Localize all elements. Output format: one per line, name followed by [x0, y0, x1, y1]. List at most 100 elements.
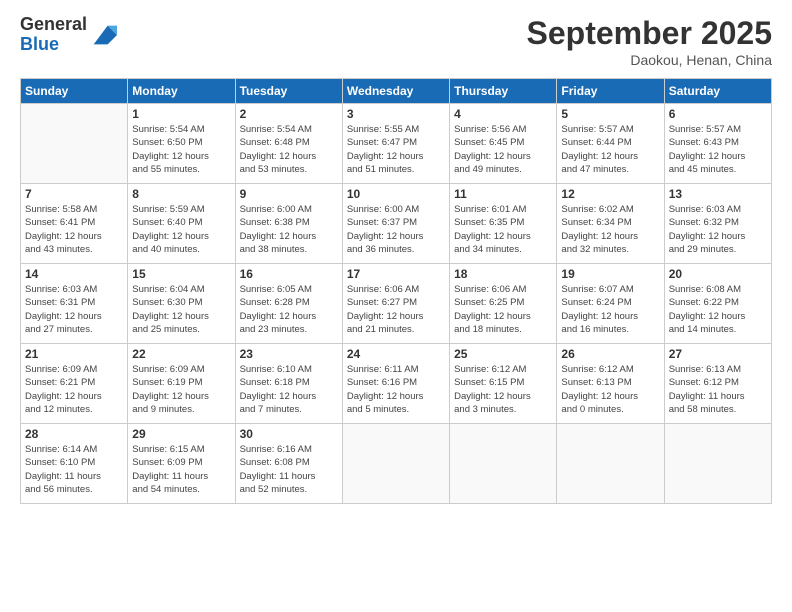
- day-info: Sunrise: 6:16 AM Sunset: 6:08 PM Dayligh…: [240, 443, 338, 496]
- day-number: 28: [25, 427, 123, 441]
- calendar-cell: 21Sunrise: 6:09 AM Sunset: 6:21 PM Dayli…: [21, 344, 128, 424]
- day-number: 20: [669, 267, 767, 281]
- day-number: 10: [347, 187, 445, 201]
- week-row-4: 21Sunrise: 6:09 AM Sunset: 6:21 PM Dayli…: [21, 344, 772, 424]
- day-info: Sunrise: 6:04 AM Sunset: 6:30 PM Dayligh…: [132, 283, 230, 336]
- day-number: 14: [25, 267, 123, 281]
- logo-text: General Blue: [20, 15, 87, 55]
- day-info: Sunrise: 6:05 AM Sunset: 6:28 PM Dayligh…: [240, 283, 338, 336]
- calendar-cell: 5 Sunrise: 5:57 AM Sunset: 6:44 PM Daylig…: [557, 104, 664, 184]
- header-thursday: Thursday: [450, 79, 557, 104]
- day-info: Sunrise: 6:12 AM Sunset: 6:15 PM Dayligh…: [454, 363, 552, 416]
- month-title: September 2025: [527, 15, 772, 52]
- calendar-cell: 27 Sunrise: 6:13 AM Sunset: 6:12 PM Dayli…: [664, 344, 771, 424]
- day-info: Sunrise: 6:06 AM Sunset: 6:27 PM Dayligh…: [347, 283, 445, 336]
- calendar-cell: [664, 424, 771, 504]
- day-number: 5: [561, 107, 659, 121]
- logo-blue: Blue: [20, 35, 87, 55]
- calendar-cell: 17Sunrise: 6:06 AM Sunset: 6:27 PM Dayli…: [342, 264, 449, 344]
- day-info: Sunrise: 5:57 AM Sunset: 6:44 PM Dayligh…: [561, 123, 659, 176]
- day-number: 8: [132, 187, 230, 201]
- day-info: Sunrise: 6:00 AM Sunset: 6:37 PM Dayligh…: [347, 203, 445, 256]
- day-number: 3: [347, 107, 445, 121]
- day-number: 4: [454, 107, 552, 121]
- day-info: Sunrise: 5:57 AM Sunset: 6:43 PM Dayligh…: [669, 123, 767, 176]
- calendar-cell: [21, 104, 128, 184]
- day-number: 2: [240, 107, 338, 121]
- calendar-cell: 26 Sunrise: 6:12 AM Sunset: 6:13 PM Dayli…: [557, 344, 664, 424]
- day-number: 11: [454, 187, 552, 201]
- day-info: Sunrise: 6:01 AM Sunset: 6:35 PM Dayligh…: [454, 203, 552, 256]
- day-info: Sunrise: 6:14 AM Sunset: 6:10 PM Dayligh…: [25, 443, 123, 496]
- header-saturday: Saturday: [664, 79, 771, 104]
- calendar-cell: 29 Sunrise: 6:15 AM Sunset: 6:09 PM Dayli…: [128, 424, 235, 504]
- day-info: Sunrise: 5:58 AM Sunset: 6:41 PM Dayligh…: [25, 203, 123, 256]
- location: Daokou, Henan, China: [527, 52, 772, 68]
- day-number: 19: [561, 267, 659, 281]
- day-info: Sunrise: 6:03 AM Sunset: 6:32 PM Dayligh…: [669, 203, 767, 256]
- calendar-cell: 7 Sunrise: 5:58 AM Sunset: 6:41 PM Daylig…: [21, 184, 128, 264]
- day-number: 27: [669, 347, 767, 361]
- logo-general: General: [20, 15, 87, 35]
- day-number: 24: [347, 347, 445, 361]
- calendar-cell: [557, 424, 664, 504]
- calendar-cell: 14 Sunrise: 6:03 AM Sunset: 6:31 PM Dayli…: [21, 264, 128, 344]
- calendar-cell: 4 Sunrise: 5:56 AM Sunset: 6:45 PM Daylig…: [450, 104, 557, 184]
- day-info: Sunrise: 6:11 AM Sunset: 6:16 PM Dayligh…: [347, 363, 445, 416]
- header-wednesday: Wednesday: [342, 79, 449, 104]
- day-number: 29: [132, 427, 230, 441]
- day-info: Sunrise: 6:00 AM Sunset: 6:38 PM Dayligh…: [240, 203, 338, 256]
- title-block: September 2025 Daokou, Henan, China: [527, 15, 772, 68]
- day-number: 15: [132, 267, 230, 281]
- calendar-cell: 2Sunrise: 5:54 AM Sunset: 6:48 PM Daylig…: [235, 104, 342, 184]
- calendar-cell: [342, 424, 449, 504]
- calendar-cell: [450, 424, 557, 504]
- day-info: Sunrise: 5:54 AM Sunset: 6:50 PM Dayligh…: [132, 123, 230, 176]
- day-info: Sunrise: 5:55 AM Sunset: 6:47 PM Dayligh…: [347, 123, 445, 176]
- header: General Blue September 2025 Daokou, Hena…: [20, 15, 772, 68]
- day-info: Sunrise: 5:56 AM Sunset: 6:45 PM Dayligh…: [454, 123, 552, 176]
- day-info: Sunrise: 6:09 AM Sunset: 6:19 PM Dayligh…: [132, 363, 230, 416]
- calendar-cell: 30 Sunrise: 6:16 AM Sunset: 6:08 PM Dayli…: [235, 424, 342, 504]
- day-number: 6: [669, 107, 767, 121]
- day-number: 12: [561, 187, 659, 201]
- calendar-cell: 24 Sunrise: 6:11 AM Sunset: 6:16 PM Dayli…: [342, 344, 449, 424]
- calendar-cell: 23Sunrise: 6:10 AM Sunset: 6:18 PM Dayli…: [235, 344, 342, 424]
- day-info: Sunrise: 6:12 AM Sunset: 6:13 PM Dayligh…: [561, 363, 659, 416]
- day-number: 16: [240, 267, 338, 281]
- header-friday: Friday: [557, 79, 664, 104]
- logo: General Blue: [20, 15, 117, 55]
- calendar-cell: 12 Sunrise: 6:02 AM Sunset: 6:34 PM Dayli…: [557, 184, 664, 264]
- calendar-cell: 8Sunrise: 5:59 AM Sunset: 6:40 PM Daylig…: [128, 184, 235, 264]
- weekday-header-row: Sunday Monday Tuesday Wednesday Thursday…: [21, 79, 772, 104]
- calendar-cell: 20Sunrise: 6:08 AM Sunset: 6:22 PM Dayli…: [664, 264, 771, 344]
- calendar-cell: 22Sunrise: 6:09 AM Sunset: 6:19 PM Dayli…: [128, 344, 235, 424]
- calendar-cell: 18Sunrise: 6:06 AM Sunset: 6:25 PM Dayli…: [450, 264, 557, 344]
- day-info: Sunrise: 6:09 AM Sunset: 6:21 PM Dayligh…: [25, 363, 123, 416]
- day-info: Sunrise: 6:07 AM Sunset: 6:24 PM Dayligh…: [561, 283, 659, 336]
- day-number: 30: [240, 427, 338, 441]
- day-number: 26: [561, 347, 659, 361]
- week-row-5: 28 Sunrise: 6:14 AM Sunset: 6:10 PM Dayli…: [21, 424, 772, 504]
- day-number: 7: [25, 187, 123, 201]
- day-number: 9: [240, 187, 338, 201]
- calendar-cell: 11 Sunrise: 6:01 AM Sunset: 6:35 PM Dayli…: [450, 184, 557, 264]
- day-info: Sunrise: 6:13 AM Sunset: 6:12 PM Dayligh…: [669, 363, 767, 416]
- calendar-cell: 3 Sunrise: 5:55 AM Sunset: 6:47 PM Daylig…: [342, 104, 449, 184]
- calendar-cell: 16 Sunrise: 6:05 AM Sunset: 6:28 PM Dayli…: [235, 264, 342, 344]
- calendar-cell: 10 Sunrise: 6:00 AM Sunset: 6:37 PM Dayli…: [342, 184, 449, 264]
- day-info: Sunrise: 6:03 AM Sunset: 6:31 PM Dayligh…: [25, 283, 123, 336]
- calendar-cell: 25Sunrise: 6:12 AM Sunset: 6:15 PM Dayli…: [450, 344, 557, 424]
- day-info: Sunrise: 6:02 AM Sunset: 6:34 PM Dayligh…: [561, 203, 659, 256]
- day-info: Sunrise: 6:15 AM Sunset: 6:09 PM Dayligh…: [132, 443, 230, 496]
- header-monday: Monday: [128, 79, 235, 104]
- calendar-cell: 6 Sunrise: 5:57 AM Sunset: 6:43 PM Daylig…: [664, 104, 771, 184]
- calendar-cell: 28 Sunrise: 6:14 AM Sunset: 6:10 PM Dayli…: [21, 424, 128, 504]
- day-number: 18: [454, 267, 552, 281]
- day-number: 23: [240, 347, 338, 361]
- logo-icon: [89, 21, 117, 49]
- week-row-2: 7 Sunrise: 5:58 AM Sunset: 6:41 PM Daylig…: [21, 184, 772, 264]
- week-row-3: 14 Sunrise: 6:03 AM Sunset: 6:31 PM Dayli…: [21, 264, 772, 344]
- header-sunday: Sunday: [21, 79, 128, 104]
- day-number: 1: [132, 107, 230, 121]
